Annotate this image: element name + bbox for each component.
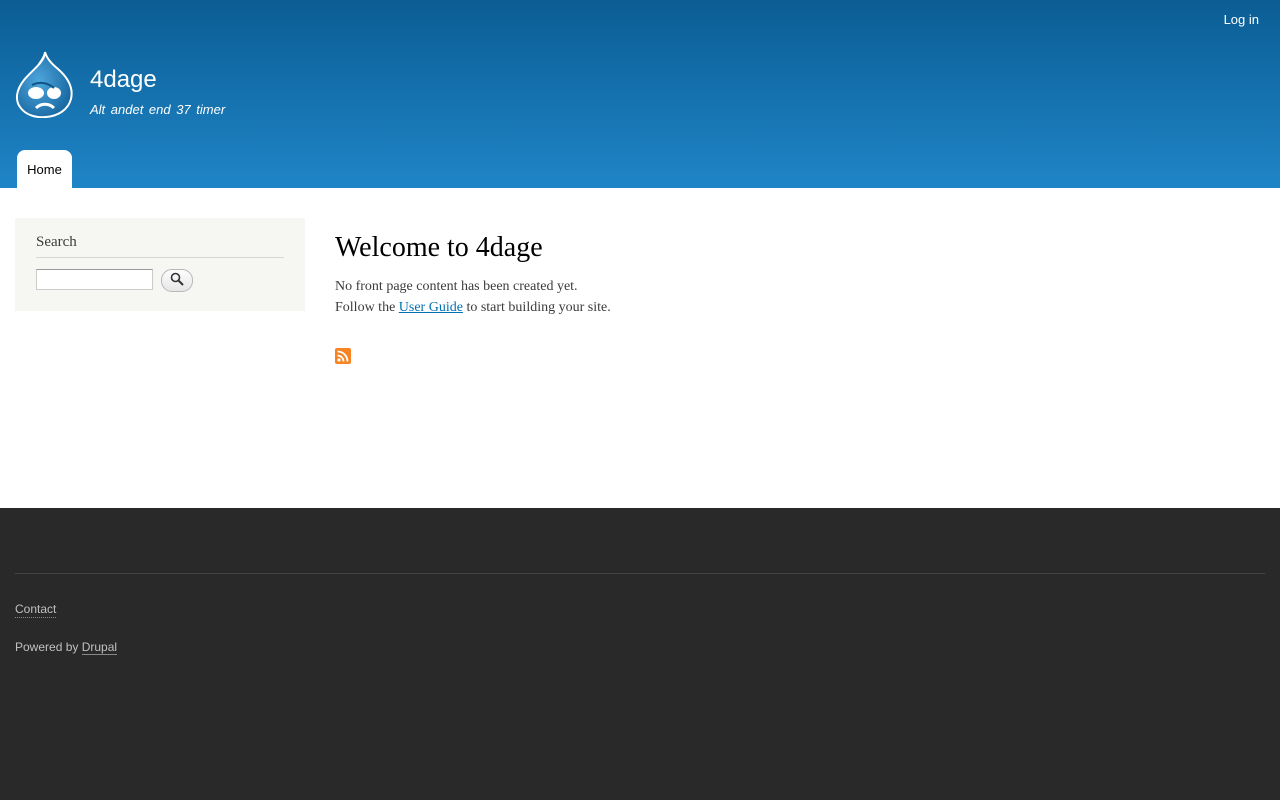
footer-divider <box>15 573 1265 574</box>
main-content: Welcome to 4dage No front page content h… <box>335 230 611 364</box>
empty-front-message: No front page content has been created y… <box>335 279 578 294</box>
drupal-logo-icon[interactable] <box>14 50 74 119</box>
powered-prefix: Powered by <box>15 640 82 654</box>
page-title: Welcome to 4dage <box>335 232 543 263</box>
powered-by: Powered by Drupal <box>15 640 118 655</box>
site-name[interactable]: 4dage <box>90 64 157 96</box>
magnifier-icon <box>170 272 184 289</box>
search-block: Search <box>15 218 305 311</box>
rss-feed-icon[interactable] <box>335 348 351 364</box>
main-area: Search Welcome to 4dage No front page co… <box>0 188 1280 508</box>
site-slogan: Alt andet end 37 timer <box>90 102 226 117</box>
tab-home[interactable]: Home <box>17 150 72 188</box>
search-button[interactable] <box>161 269 193 292</box>
search-block-title: Search <box>36 234 77 250</box>
message-suffix: to start building your site. <box>462 300 611 315</box>
search-input[interactable] <box>36 269 153 290</box>
user-guide-link[interactable]: User Guide <box>399 300 463 315</box>
site-header: Log in 4dage Alt andet end 37 timer Home <box>0 0 1280 188</box>
footer-contact-link[interactable]: Contact <box>15 602 57 618</box>
site-footer: Contact Powered by Drupal <box>0 508 1280 800</box>
message-prefix: Follow the <box>335 300 399 315</box>
drupal-link[interactable]: Drupal <box>81 640 118 655</box>
login-link[interactable]: Log in <box>1224 12 1259 27</box>
user-guide-message: Follow the User Guide to start building … <box>335 297 611 318</box>
divider <box>36 257 284 258</box>
